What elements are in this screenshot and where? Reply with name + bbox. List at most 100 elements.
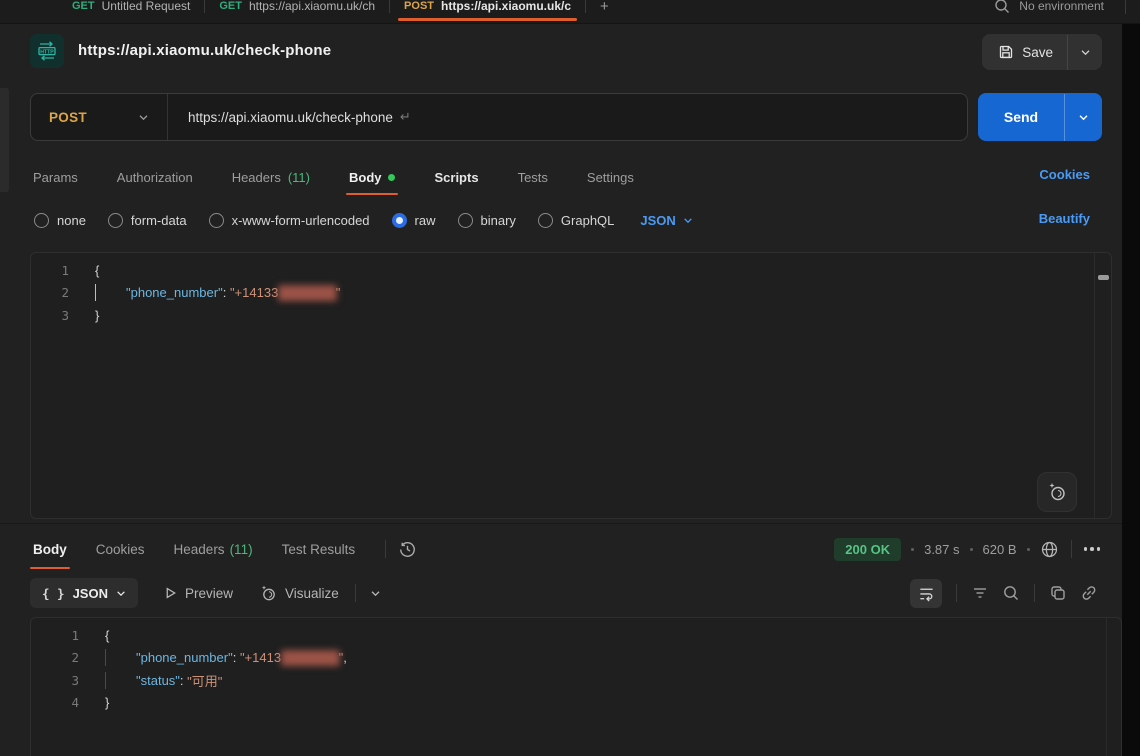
request-tab-2[interactable]: GET https://api.xiaomu.uk/ch: [205, 0, 389, 21]
request-body-editor[interactable]: 1 { 2 "phone_number": "+14133███████" 3 …: [30, 252, 1112, 519]
body-type-raw-selected[interactable]: raw: [392, 213, 436, 228]
raw-format-dropdown[interactable]: JSON: [640, 213, 692, 228]
send-button[interactable]: Send: [978, 109, 1064, 125]
line-number: 1: [31, 263, 69, 278]
save-label: Save: [1022, 45, 1053, 60]
method-label: POST: [49, 110, 87, 125]
api-client-window: GET Untitled Request GET https://api.xia…: [0, 0, 1140, 756]
response-body-viewer[interactable]: 1 { 2 "phone_number": "+1413███████", 3 …: [30, 617, 1122, 756]
body-type-binary[interactable]: binary: [458, 213, 516, 228]
tab-authorization[interactable]: Authorization: [114, 160, 196, 194]
view-options-chevron[interactable]: [370, 590, 381, 597]
tab-label: Authorization: [117, 170, 193, 185]
chevron-down-icon: [138, 114, 149, 121]
response-tab-strip: Body Cookies Headers(11) Test Results: [30, 530, 417, 568]
workspace-tab-row: GET Untitled Request GET https://api.xia…: [0, 0, 1140, 21]
tab-label: Body: [349, 170, 382, 185]
tab-headers[interactable]: Headers(11): [229, 160, 313, 194]
beautify-link[interactable]: Beautify: [1039, 211, 1090, 226]
tab-params[interactable]: Params: [30, 160, 81, 194]
tab-label: Body: [33, 542, 67, 557]
copy-icon[interactable]: [1049, 584, 1067, 602]
line-number: 3: [31, 673, 79, 688]
response-history-button[interactable]: [398, 540, 417, 559]
preview-button[interactable]: Preview: [164, 586, 233, 601]
filter-icon[interactable]: [971, 584, 989, 602]
play-icon: [164, 586, 177, 600]
tab-label: Params: [33, 170, 78, 185]
tab-settings[interactable]: Settings: [584, 160, 637, 194]
response-format-dropdown[interactable]: { } JSON: [30, 578, 138, 608]
response-time: 3.87 s: [924, 542, 959, 557]
tab-scripts[interactable]: Scripts: [431, 160, 481, 194]
body-type-none[interactable]: none: [34, 213, 86, 228]
postbot-button[interactable]: [1037, 472, 1077, 512]
network-globe-icon[interactable]: [1040, 540, 1059, 559]
option-label: GraphQL: [561, 213, 614, 228]
magic-orb-icon: [259, 584, 277, 602]
line-number: 2: [31, 285, 69, 300]
tab-label: Test Results: [282, 542, 356, 557]
environment-selector[interactable]: No environment: [994, 0, 1140, 14]
more-options-button[interactable]: [1084, 547, 1101, 551]
svg-text:HTTP: HTTP: [40, 49, 54, 55]
wrap-text-button[interactable]: [910, 579, 942, 608]
visualize-button[interactable]: Visualize: [259, 584, 339, 602]
save-split-button: Save: [982, 34, 1102, 70]
request-tab-1[interactable]: GET Untitled Request: [58, 0, 204, 21]
code-line: 1 {: [31, 259, 1111, 282]
collapsed-sidebar-edge[interactable]: [0, 88, 9, 192]
new-tab-button[interactable]: +: [590, 0, 619, 15]
save-button[interactable]: Save: [982, 34, 1067, 70]
body-content-dot: [388, 174, 395, 181]
tab-label: Tests: [518, 170, 548, 185]
send-options-button[interactable]: [1065, 114, 1102, 121]
active-tab-underline: [30, 567, 70, 570]
response-tab-test-results[interactable]: Test Results: [279, 530, 359, 568]
url-bar: POST https://api.xiaomu.uk/check-phone ↵: [30, 93, 968, 141]
body-type-graphql[interactable]: GraphQL: [538, 213, 614, 228]
code-line: 1 {: [31, 624, 1121, 647]
option-label: none: [57, 213, 86, 228]
tab-label: https://api.xiaomu.uk/ch: [249, 0, 375, 13]
code-token: }: [95, 308, 99, 323]
braces-icon: { }: [42, 586, 65, 601]
scrollbar-track-divider: [1094, 253, 1095, 518]
chevron-down-icon: [116, 590, 126, 597]
window-right-gutter: [1122, 24, 1140, 756]
body-type-urlencoded[interactable]: x-www-form-urlencoded: [209, 213, 370, 228]
tab-tests[interactable]: Tests: [515, 160, 551, 194]
active-tab-underline: [398, 18, 577, 21]
line-number: 2: [31, 650, 79, 665]
method-dropdown[interactable]: POST: [31, 110, 167, 125]
method-badge-get: GET: [72, 0, 95, 12]
json-key: "phone_number": [126, 285, 223, 300]
scrollbar-thumb[interactable]: [1098, 275, 1109, 280]
tab-body-active[interactable]: Body: [346, 160, 399, 194]
response-tab-body-active[interactable]: Body: [30, 530, 70, 568]
request-panel: HTTP https://api.xiaomu.uk/check-phone S…: [0, 24, 1122, 756]
code-token: {: [95, 263, 99, 278]
divider: [1125, 0, 1126, 14]
response-tab-headers[interactable]: Headers(11): [171, 530, 256, 568]
request-tab-3-active[interactable]: POST https://api.xiaomu.uk/c: [390, 0, 585, 21]
divider: [1034, 584, 1035, 602]
radio-icon: [34, 213, 49, 228]
cookies-link[interactable]: Cookies: [1039, 167, 1090, 182]
save-options-button[interactable]: [1068, 34, 1102, 70]
link-icon[interactable]: [1080, 584, 1098, 602]
chevron-down-icon: [683, 217, 693, 224]
send-split-button: Send: [978, 93, 1102, 141]
body-type-form-data[interactable]: form-data: [108, 213, 187, 228]
response-tab-cookies[interactable]: Cookies: [93, 530, 148, 568]
code-line: 3 "status": "可用": [31, 669, 1121, 692]
chevron-down-icon: [1078, 114, 1089, 121]
radio-icon: [209, 213, 224, 228]
tab-label: Headers: [232, 170, 281, 185]
json-key: "phone_number": [136, 650, 233, 665]
redacted-value: ███████: [281, 650, 338, 665]
method-badge-get: GET: [219, 0, 242, 12]
dot-separator: [911, 548, 914, 551]
search-in-body-icon[interactable]: [1002, 584, 1020, 602]
url-input[interactable]: https://api.xiaomu.uk/check-phone ↵: [168, 109, 411, 125]
